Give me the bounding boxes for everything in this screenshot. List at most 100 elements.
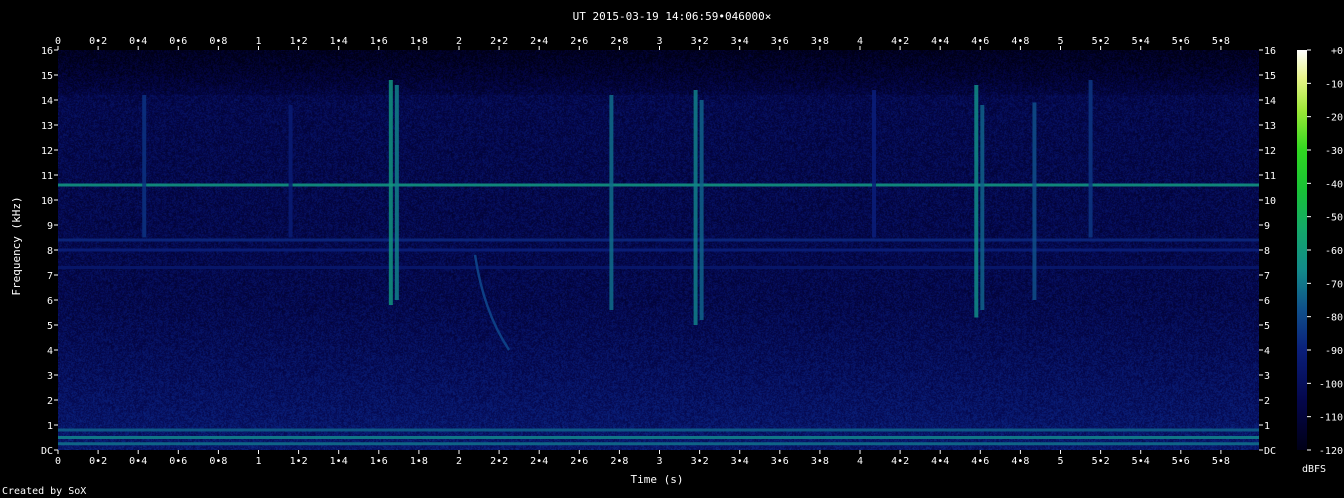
y-tick-label-left: DC [41,446,53,457]
x-tick-label-top: 4 [857,36,863,47]
y-tick-label-left: 10 [41,196,53,207]
colorbar-tick-label: -20 [1325,113,1343,124]
y-tick-label-left: 12 [41,146,53,157]
colorbar-tick-label: -120 [1319,446,1343,457]
tone-line [58,428,1259,432]
x-tick-label-top: 0•8 [209,36,227,47]
burst-line [980,105,985,310]
x-tick-label-bottom: 1•8 [410,456,428,467]
y-tick-label-right: 4 [1264,346,1270,357]
y-tick-label-right: 15 [1264,71,1276,82]
colorbar-tick-label: -100 [1319,379,1343,390]
y-tick-label-right: 1 [1264,421,1270,432]
x-tick-label-top: 1•6 [370,36,388,47]
x-tick-label-top: 3•4 [731,36,749,47]
x-tick-label-bottom: 2•8 [610,456,628,467]
colorbar-tick-label: -110 [1319,413,1343,424]
y-tick-label-left: 9 [47,221,53,232]
y-axis-label: Frequency (kHz) [10,196,23,295]
x-tick-label-bottom: 5 [1057,456,1063,467]
x-tick-label-top: 4•6 [971,36,989,47]
x-axis-label: Time (s) [631,473,684,486]
x-tick-label-top: 0 [55,36,61,47]
x-tick-label-bottom: 3•8 [811,456,829,467]
y-tick-label-left: 15 [41,71,53,82]
tone-line [58,442,1259,446]
colorbar-tick-label: -80 [1325,313,1343,324]
burst-line [1032,102,1037,300]
x-tick-label-bottom: 2•4 [530,456,548,467]
x-tick-label-top: 4•8 [1011,36,1029,47]
credit-text: Created by SoX [2,486,86,497]
x-tick-label-bottom: 1•4 [330,456,348,467]
x-tick-label-top: 3•8 [811,36,829,47]
plot-area [58,50,1259,450]
y-tick-label-left: 7 [47,271,53,282]
x-tick-label-top: 3•6 [771,36,789,47]
x-tick-label-top: 3 [656,36,662,47]
y-tick-label-left: 6 [47,296,53,307]
x-tick-label-bottom: 1•2 [290,456,308,467]
burst-line [1088,80,1093,238]
y-tick-label-right: 10 [1264,196,1276,207]
colorbar-tick-label: +0 [1331,46,1343,57]
y-tick-label-right: 13 [1264,121,1276,132]
colorbar-tick-label: -90 [1325,346,1343,357]
x-tick-label-top: 3•2 [691,36,709,47]
y-tick-label-left: 11 [41,171,53,182]
x-tick-label-bottom: 4 [857,456,863,467]
y-tick-label-right: 11 [1264,171,1276,182]
x-tick-label-bottom: 5•6 [1172,456,1190,467]
x-tick-label-top: 2•2 [490,36,508,47]
x-tick-label-bottom: 0•2 [89,456,107,467]
colorbar-label: dBFS [1302,464,1326,475]
burst-line [142,95,147,238]
y-tick-label-right: 12 [1264,146,1276,157]
x-axis-top: 0 0•2 0•4 0•6 0•8 1 1•2 1•4 1•6 1•8 2 2•2 2•4 2•6 2•8 3… [55,36,1230,50]
x-tick-label-bottom: 4•4 [931,456,949,467]
x-tick-label-top: 1•2 [290,36,308,47]
x-tick-label-bottom: 2 [456,456,462,467]
x-tick-label-bottom: 5•2 [1092,456,1110,467]
x-axis-bottom: 0 0•2 0•4 0•6 0•8 1 1•2 1•4 1•6 1•8 2 2•2 2•4 2•6 2•8 3… [55,450,1230,467]
y-tick-label-right: DC [1264,446,1276,457]
tone-line [58,266,1259,269]
x-tick-label-top: 5•8 [1212,36,1230,47]
y-tick-label-right: 3 [1264,371,1270,382]
x-tick-label-bottom: 1•6 [370,456,388,467]
burst-line [872,90,877,238]
y-tick-label-right: 7 [1264,271,1270,282]
x-tick-label-bottom: 2•6 [570,456,588,467]
burst-line [288,105,293,238]
x-tick-label-bottom: 0•4 [129,456,147,467]
colorbar-tick-label: -30 [1325,146,1343,157]
y-tick-label-left: 3 [47,371,53,382]
x-tick-label-bottom: 3•2 [691,456,709,467]
x-tick-label-top: 5•6 [1172,36,1190,47]
burst-line [693,90,698,325]
x-tick-label-top: 2•6 [570,36,588,47]
burst-line [394,85,399,300]
x-tick-label-bottom: 5•8 [1212,456,1230,467]
x-tick-label-top: 1•4 [330,36,348,47]
x-tick-label-bottom: 3•4 [731,456,749,467]
y-tick-label-right: 5 [1264,321,1270,332]
x-tick-label-top: 1•8 [410,36,428,47]
y-tick-label-right: 14 [1264,96,1276,107]
x-tick-label-bottom: 3 [656,456,662,467]
y-tick-label-left: 5 [47,321,53,332]
x-tick-label-bottom: 1 [255,456,261,467]
y-tick-label-left: 2 [47,396,53,407]
colorbar: +0 -10 -20 -30 -40 -50 -60 -70 -80 -90 -100 -110 -12… [1297,46,1343,475]
x-tick-label-top: 5 [1057,36,1063,47]
x-tick-label-bottom: 5•4 [1132,456,1150,467]
burst-line [699,100,704,320]
chart-title: UT 2015-03-19 14:06:59•046000× [573,10,772,23]
tone-line [58,436,1259,439]
tone-line [58,238,1259,242]
x-tick-label-top: 0•4 [129,36,147,47]
x-tick-label-top: 2 [456,36,462,47]
colorbar-gradient [1297,50,1307,450]
y-tick-label-left: 1 [47,421,53,432]
y-axis-left: DC12345678910111213141516 [41,46,58,457]
